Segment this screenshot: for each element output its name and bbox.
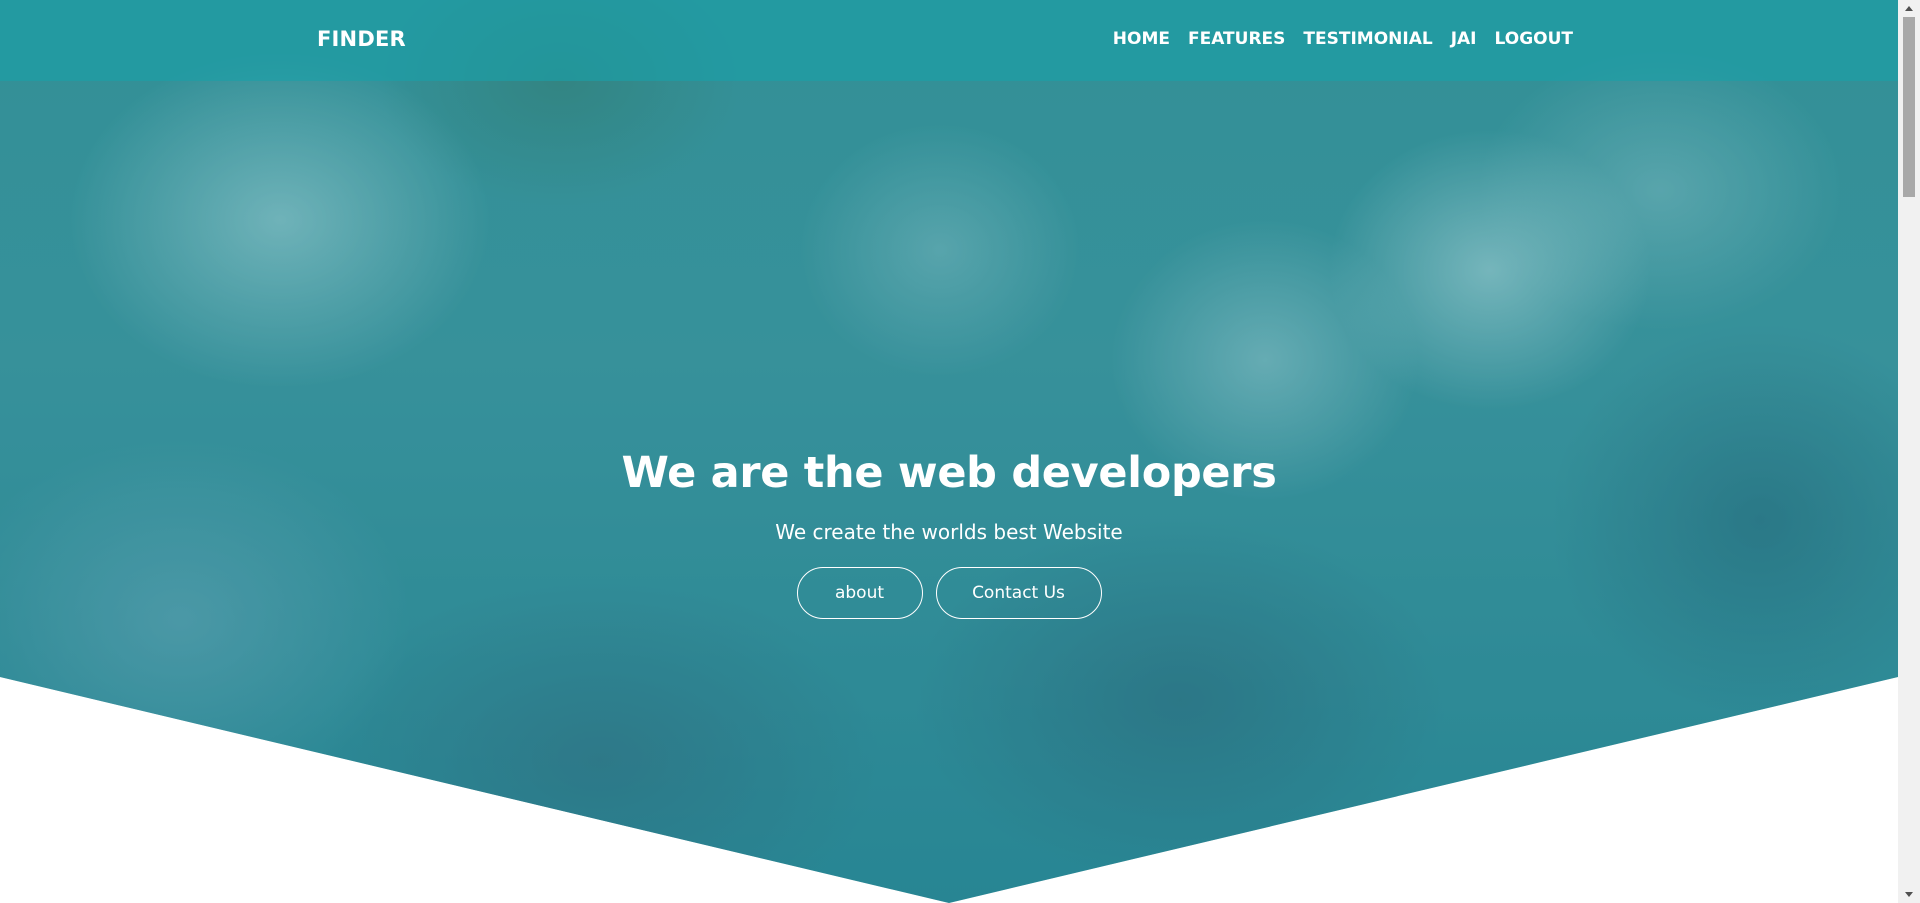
scrollbar-thumb[interactable]	[1903, 17, 1915, 197]
hero-content: We are the web developers We create the …	[0, 440, 1898, 619]
top-navbar: FINDER HOME FEATURES TESTIMONIAL JAI LOG…	[0, 0, 1898, 81]
nav-link-home[interactable]: HOME	[1113, 29, 1170, 49]
nav-link-logout[interactable]: LOGOUT	[1495, 29, 1573, 49]
nav-link-testimonial[interactable]: TESTIMONIAL	[1303, 29, 1432, 49]
nav-item-jai: JAI	[1451, 29, 1477, 49]
nav-item-testimonial: TESTIMONIAL	[1303, 29, 1432, 49]
page-viewport: FINDER HOME FEATURES TESTIMONIAL JAI LOG…	[0, 0, 1920, 903]
hero-subtitle: We create the worlds best Website	[775, 520, 1123, 544]
nav-item-features: FEATURES	[1188, 29, 1285, 49]
hero-buttons: about Contact Us	[0, 567, 1898, 619]
scroll-down-icon[interactable]	[1898, 886, 1920, 903]
brand-logo[interactable]: FINDER	[317, 27, 406, 51]
about-button[interactable]: about	[796, 567, 923, 619]
nav-link-features[interactable]: FEATURES	[1188, 29, 1285, 49]
hero-title: We are the web developers	[621, 448, 1277, 498]
nav-menu: HOME FEATURES TESTIMONIAL JAI LOGOUT	[1113, 29, 1573, 49]
nav-item-logout: LOGOUT	[1495, 29, 1573, 49]
nav-link-jai[interactable]: JAI	[1451, 29, 1477, 49]
nav-item-home: HOME	[1113, 29, 1170, 49]
page-scrollbar[interactable]	[1898, 0, 1920, 903]
scroll-up-icon[interactable]	[1898, 0, 1920, 17]
contact-us-button[interactable]: Contact Us	[935, 567, 1102, 619]
